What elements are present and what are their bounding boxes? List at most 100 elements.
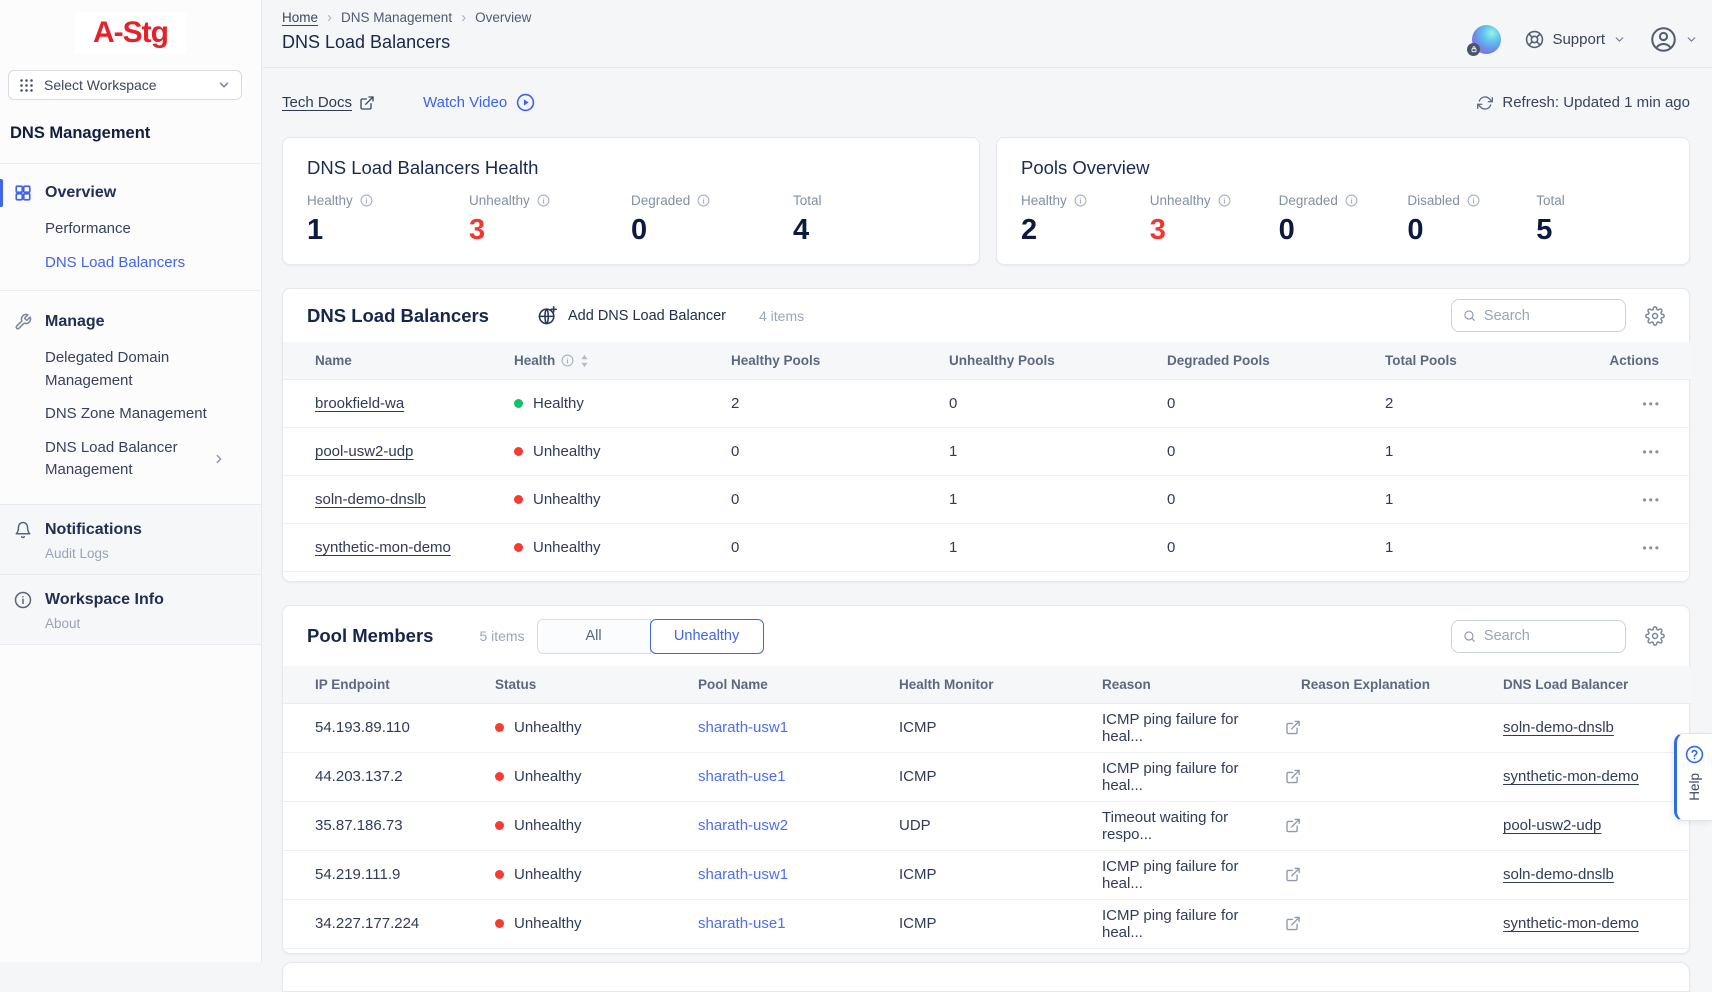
pool-name-link[interactable]: sharath-use1 (698, 768, 786, 785)
breadcrumb-separator: › (327, 10, 332, 25)
sidebar-item-dns-zone-management[interactable]: DNS Zone Management (0, 403, 240, 426)
workspace-selector[interactable]: Select Workspace (8, 70, 242, 100)
lb-name-link[interactable]: soln-demo-dnslb (315, 491, 426, 508)
search-input[interactable] (1484, 628, 1614, 644)
gear-icon (1645, 306, 1665, 326)
watch-video-link[interactable]: Watch Video (423, 93, 535, 112)
pool-members-table-card: Pool Members 5 items All Unhealthy (282, 605, 1690, 954)
toolbar: Tech Docs Watch Video Refresh: Updated 1… (282, 68, 1690, 137)
metric: Disabled 0 (1407, 193, 1536, 247)
page-header: Home › DNS Management › Overview DNS Loa… (263, 0, 1712, 68)
sidebar-item-manage[interactable]: Manage (0, 311, 261, 333)
card-title: Pools Overview (1021, 157, 1665, 179)
status-dot-icon (514, 399, 523, 408)
sidebar-item-about[interactable]: About (0, 616, 261, 631)
dns-load-balancer-link[interactable]: synthetic-mon-demo (1503, 768, 1639, 785)
lb-name-link[interactable]: synthetic-mon-demo (315, 539, 451, 556)
column-header-total-pools[interactable]: Total Pools (1385, 342, 1603, 380)
column-header-health[interactable]: Health (514, 342, 731, 380)
help-tab[interactable]: Help (1674, 733, 1712, 821)
info-icon[interactable] (697, 194, 710, 207)
sidebar-item-delegated-domain-management[interactable]: Delegated Domain Management (0, 347, 240, 392)
help-label: Help (1687, 773, 1702, 801)
status-filter-tab[interactable]: All (537, 619, 651, 654)
dns-load-balancer-link[interactable]: soln-demo-dnslb (1503, 866, 1614, 883)
sidebar-item-dns-load-balancer-management[interactable]: DNS Load Balancer Management (0, 437, 240, 482)
sort-icon[interactable] (580, 354, 589, 368)
brand-logo[interactable]: A-Stg (75, 12, 187, 54)
dns-load-balancer-link[interactable]: synthetic-mon-demo (1503, 915, 1639, 932)
column-header-unhealthy-pools[interactable]: Unhealthy Pools (949, 342, 1167, 380)
member-status: Unhealthy (495, 817, 698, 834)
wrench-icon (14, 313, 32, 331)
metric: Degraded 0 (1279, 193, 1408, 247)
reason-text: Timeout waiting for respo... (1102, 809, 1274, 843)
support-menu[interactable]: Support (1525, 30, 1626, 49)
column-header-reason[interactable]: Reason (1102, 666, 1301, 703)
row-actions-button[interactable]: ••• (1642, 541, 1661, 555)
reason-text: ICMP ping failure for heal... (1102, 760, 1274, 794)
pool-members-table: IP Endpoint Status Pool Name Health Moni… (283, 666, 1691, 949)
dns-load-balancer-link[interactable]: pool-usw2-udp (1503, 817, 1601, 834)
external-link-icon[interactable] (1285, 768, 1301, 785)
row-actions-button[interactable]: ••• (1642, 397, 1661, 411)
table-row: soln-demo-dnslb Unhealthy 0 1 0 1 ••• (283, 476, 1691, 524)
status-filter-tab[interactable]: Unhealthy (650, 619, 764, 654)
tech-docs-link[interactable]: Tech Docs (282, 94, 375, 111)
column-header-healthy-pools[interactable]: Healthy Pools (731, 342, 949, 380)
sidebar-item-overview[interactable]: Overview (0, 182, 261, 204)
sidebar-item-label: Overview (45, 184, 116, 202)
column-header-dns-load-balancer[interactable]: DNS Load Balancer (1503, 666, 1691, 703)
refresh-button[interactable]: Refresh: Updated 1 min ago (1477, 94, 1690, 111)
column-header-health-monitor[interactable]: Health Monitor (899, 666, 1102, 703)
column-header-degraded-pools[interactable]: Degraded Pools (1167, 342, 1385, 380)
column-header-ip-endpoint[interactable]: IP Endpoint (283, 666, 495, 703)
pool-name-link[interactable]: sharath-usw2 (698, 817, 788, 834)
sidebar-item-label: Manage (45, 313, 105, 331)
search-icon (1463, 629, 1476, 644)
info-icon[interactable] (1074, 194, 1087, 207)
info-icon[interactable] (561, 354, 574, 367)
column-header-status[interactable]: Status (495, 666, 698, 703)
sidebar-item-workspace-info[interactable]: Workspace Info (0, 589, 261, 611)
row-actions-button[interactable]: ••• (1642, 493, 1661, 507)
lb-name-link[interactable]: pool-usw2-udp (315, 443, 413, 460)
info-icon[interactable] (1467, 194, 1480, 207)
reason-explanation-cell (1301, 703, 1503, 752)
external-link-icon[interactable] (1285, 915, 1301, 932)
table-settings-button[interactable] (1645, 306, 1665, 326)
health-status: Unhealthy (514, 539, 731, 556)
user-menu[interactable] (1650, 26, 1698, 53)
column-header-name[interactable]: Name (283, 342, 514, 380)
add-dns-load-balancer-button[interactable]: Add DNS Load Balancer (537, 305, 726, 326)
sidebar-item-audit-logs[interactable]: Audit Logs (0, 546, 261, 561)
metric-value: 0 (1279, 214, 1408, 247)
info-icon[interactable] (537, 194, 550, 207)
external-link-icon[interactable] (1285, 817, 1301, 834)
info-icon[interactable] (1345, 194, 1358, 207)
external-link-icon[interactable] (1285, 719, 1301, 736)
pool-name-link[interactable]: sharath-usw1 (698, 866, 788, 883)
info-icon[interactable] (360, 194, 373, 207)
sidebar-item-performance[interactable]: Performance (0, 218, 240, 241)
pool-name-link[interactable]: sharath-usw1 (698, 719, 788, 736)
search-input[interactable] (1484, 308, 1614, 324)
dns-load-balancer-link[interactable]: soln-demo-dnslb (1503, 719, 1614, 736)
row-actions-button[interactable]: ••• (1642, 445, 1661, 459)
metric-label: Healthy (1021, 193, 1150, 208)
refresh-icon (1477, 95, 1493, 111)
info-icon[interactable] (1218, 194, 1231, 207)
lb-name-link[interactable]: brookfield-wa (315, 395, 404, 412)
breadcrumb-home-link[interactable]: Home (282, 10, 318, 25)
table-settings-button[interactable] (1645, 626, 1665, 646)
metric-value: 1 (307, 214, 469, 247)
sidebar-item-notifications[interactable]: Notifications (0, 519, 261, 541)
table-row: pool-usw2-udp Unhealthy 0 1 0 1 ••• (283, 428, 1691, 476)
column-header-pool-name[interactable]: Pool Name (698, 666, 899, 703)
metric-label: Unhealthy (1150, 193, 1279, 208)
sidebar-item-dns-load-balancers[interactable]: DNS Load Balancers (0, 252, 240, 275)
pool-name-link[interactable]: sharath-use1 (698, 915, 786, 932)
avatar[interactable] (1472, 25, 1501, 54)
external-link-icon[interactable] (1285, 866, 1301, 883)
column-header-reason-explanation[interactable]: Reason Explanation (1301, 666, 1503, 703)
